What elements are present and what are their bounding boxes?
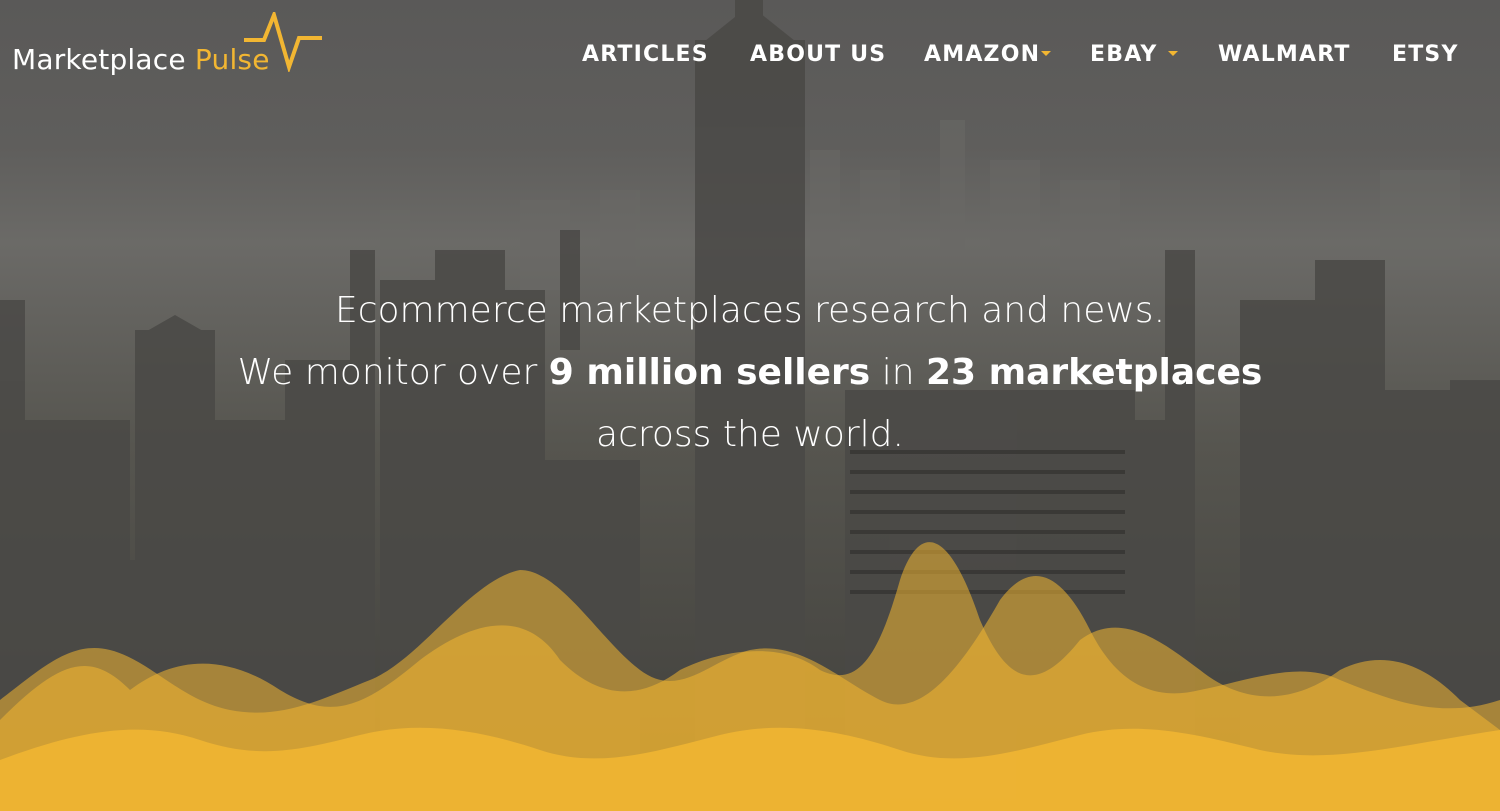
nav-ebay[interactable]: EBAY bbox=[1090, 42, 1157, 67]
hero-section: Marketplace Pulse ARTICLES ABOUT US AMAZ… bbox=[0, 0, 1500, 811]
pulse-logo-icon bbox=[244, 12, 322, 72]
ebay-dropdown-caret-icon[interactable] bbox=[1168, 51, 1178, 56]
hero-tagline: Ecommerce marketplaces research and news… bbox=[0, 280, 1500, 466]
tagline-line-3: across the world. bbox=[596, 414, 904, 455]
pulse-wave-graphic bbox=[0, 542, 1500, 811]
nav-about-us[interactable]: ABOUT US bbox=[750, 42, 886, 67]
nav-articles[interactable]: ARTICLES bbox=[582, 42, 709, 67]
site-logo-link[interactable]: Marketplace Pulse bbox=[12, 12, 322, 82]
main-nav: ARTICLES ABOUT US AMAZON EBAY WALMART ET… bbox=[500, 42, 1500, 74]
sellers-count-highlight: 9 million sellers bbox=[548, 352, 871, 393]
nav-walmart[interactable]: WALMART bbox=[1218, 42, 1351, 67]
nav-etsy[interactable]: ETSY bbox=[1392, 42, 1459, 67]
tagline-line-2: We monitor over 9 million sellers in 23 … bbox=[0, 342, 1500, 404]
nav-amazon[interactable]: AMAZON bbox=[924, 42, 1040, 67]
tagline-monitor-text: We monitor over bbox=[237, 352, 538, 393]
tagline-line-1: Ecommerce marketplaces research and news… bbox=[334, 290, 1166, 331]
amazon-dropdown-caret-icon[interactable] bbox=[1041, 51, 1051, 56]
logo-text: Marketplace Pulse bbox=[12, 43, 270, 76]
tagline-in-text: in bbox=[881, 352, 915, 393]
marketplaces-count-highlight: 23 marketplaces bbox=[925, 352, 1263, 393]
logo-text-primary: Marketplace bbox=[12, 43, 186, 76]
